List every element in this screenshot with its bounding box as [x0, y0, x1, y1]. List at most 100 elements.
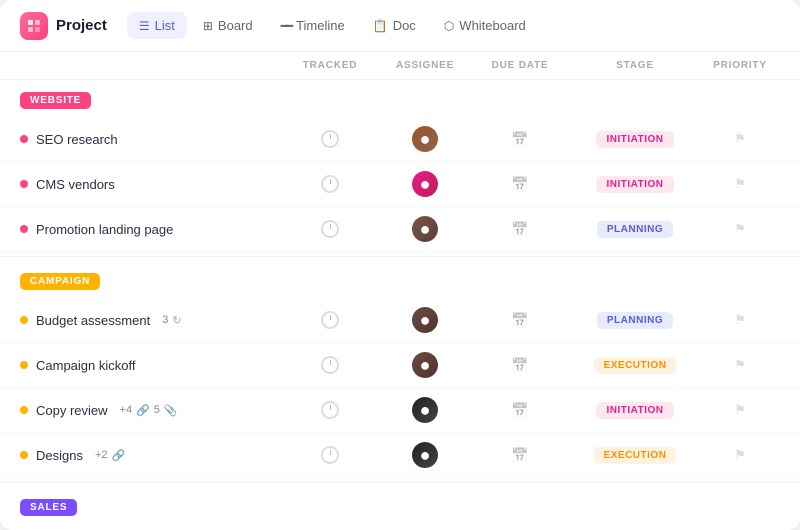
assignee-cell[interactable]: ● [380, 171, 470, 197]
calendar-icon: 📅 [511, 312, 528, 329]
due-date-cell[interactable]: 📅 [470, 357, 570, 374]
meta-icon: 🔗 [112, 449, 126, 462]
assignee-cell[interactable]: ● [380, 397, 470, 423]
stage-cell[interactable]: PLANNING [570, 312, 700, 329]
task-dot [20, 135, 28, 143]
due-date-cell[interactable]: 📅 [470, 176, 570, 193]
stage-cell[interactable]: PLANNING [570, 221, 700, 238]
timer-cell[interactable] [280, 446, 380, 464]
meta-count: +2 [95, 449, 108, 461]
task-row[interactable]: Copy review +4🔗5📎 ●📅INITIATION⚑ [0, 388, 800, 433]
group-header-website: WEBSITE [0, 80, 800, 117]
meta-icon: 🔗 [136, 404, 150, 417]
meta-icon: ↻ [172, 314, 181, 327]
task-label: CMS vendors [36, 177, 115, 192]
due-date-cell[interactable]: 📅 [470, 447, 570, 464]
task-row[interactable]: CMS vendors ● 📅 INITIATION ⚑ [0, 162, 800, 207]
col-tracked: TRACKED [280, 60, 380, 71]
avatar-face: ● [412, 442, 438, 468]
col-name [20, 60, 280, 71]
timer-icon [321, 130, 339, 148]
priority-cell[interactable]: ⚑ [700, 447, 780, 463]
task-name-cell: SEO research [20, 132, 280, 147]
due-date-cell[interactable]: 📅 [470, 221, 570, 238]
task-dot [20, 225, 28, 233]
assignee-cell[interactable]: ● [380, 442, 470, 468]
timer-cell[interactable] [280, 175, 380, 193]
meta-icon: 📎 [164, 404, 178, 417]
timer-cell[interactable] [280, 220, 380, 238]
assignee-cell[interactable]: ● [380, 126, 470, 152]
avatar: ● [412, 352, 438, 378]
avatar-face: ● [412, 307, 438, 333]
assignee-cell[interactable]: ● [380, 352, 470, 378]
stage-badge: INITIATION [596, 176, 673, 193]
task-label: Copy review [36, 403, 108, 418]
stage-cell[interactable]: INITIATION [570, 131, 700, 148]
task-name-cell: CMS vendors [20, 177, 280, 192]
priority-cell[interactable]: ⚑ [700, 221, 780, 237]
task-label: Budget assessment [36, 313, 150, 328]
nav-list[interactable]: ☰ List [127, 12, 187, 39]
nav-doc[interactable]: 📋 Doc [361, 12, 428, 39]
list-icon: ☰ [139, 19, 150, 33]
nav-timeline-label: Timeline [296, 18, 345, 33]
assignee-cell[interactable]: ● [380, 307, 470, 333]
task-meta: +2 🔗 [95, 449, 125, 462]
timer-cell[interactable] [280, 130, 380, 148]
priority-cell[interactable]: ⚑ [700, 312, 780, 328]
avatar: ● [412, 307, 438, 333]
nav-timeline[interactable]: ━━ Timeline [269, 12, 357, 39]
col-stage: STAGE [570, 60, 700, 71]
timer-cell[interactable] [280, 311, 380, 329]
task-row[interactable]: Promotion landing page●📅PLANNING⚑ [0, 207, 800, 252]
stage-cell[interactable]: EXECUTION [570, 357, 700, 374]
task-row[interactable]: Marketing request form●📅PLANNING⚑ [0, 524, 800, 530]
task-dot [20, 180, 28, 188]
task-row[interactable]: Campaign kickoff●📅EXECUTION⚑ [0, 343, 800, 388]
group-badge-website[interactable]: WEBSITE [20, 92, 91, 109]
project-title: Project [56, 17, 107, 34]
timeline-icon: ━━ [281, 19, 291, 33]
avatar: ● [412, 216, 438, 242]
calendar-icon: 📅 [511, 176, 528, 193]
meta-count: 3 [162, 314, 168, 326]
avatar: ● [412, 126, 438, 152]
timer-cell[interactable] [280, 401, 380, 419]
priority-cell[interactable]: ⚑ [700, 176, 780, 192]
priority-cell[interactable]: ⚑ [700, 402, 780, 418]
stage-cell[interactable]: INITIATION [570, 176, 700, 193]
task-meta: +4🔗5📎 [120, 404, 178, 417]
nav-board[interactable]: ⊞ Board [191, 12, 265, 39]
stage-badge: PLANNING [597, 312, 673, 329]
group-badge-campaign[interactable]: CAMPAIGN [20, 273, 100, 290]
task-row[interactable]: Budget assessment 3 ↻ ● 📅 PLANNING ⚑ [0, 298, 800, 343]
due-date-cell[interactable]: 📅 [470, 402, 570, 419]
nav-doc-label: Doc [393, 18, 416, 33]
board-icon: ⊞ [203, 19, 213, 33]
stage-cell[interactable]: EXECUTION [570, 447, 700, 464]
task-label: Designs [36, 448, 83, 463]
due-date-cell[interactable]: 📅 [470, 131, 570, 148]
nav-whiteboard[interactable]: ⬡ Whiteboard [432, 12, 538, 39]
group-badge-sales[interactable]: SALES [20, 499, 77, 516]
flag-icon: ⚑ [734, 176, 746, 192]
stage-badge: EXECUTION [594, 447, 677, 464]
task-row[interactable]: Designs +2 🔗 ● 📅 EXECUTION ⚑ [0, 433, 800, 478]
timer-cell[interactable] [280, 356, 380, 374]
flag-icon: ⚑ [734, 131, 746, 147]
priority-cell[interactable]: ⚑ [700, 131, 780, 147]
timer-icon [321, 175, 339, 193]
calendar-icon: 📅 [511, 221, 528, 238]
avatar-face: ● [412, 352, 438, 378]
due-date-cell[interactable]: 📅 [470, 312, 570, 329]
assignee-cell[interactable]: ● [380, 216, 470, 242]
task-dot [20, 316, 28, 324]
priority-cell[interactable]: ⚑ [700, 357, 780, 373]
task-row[interactable]: SEO research ● 📅INITIATION ⚑ [0, 117, 800, 162]
calendar-icon: 📅 [511, 357, 528, 374]
avatar-face: ● [412, 171, 438, 197]
meta-count: +4 [120, 404, 133, 416]
stage-cell[interactable]: INITIATION [570, 402, 700, 419]
flag-icon: ⚑ [734, 312, 746, 328]
